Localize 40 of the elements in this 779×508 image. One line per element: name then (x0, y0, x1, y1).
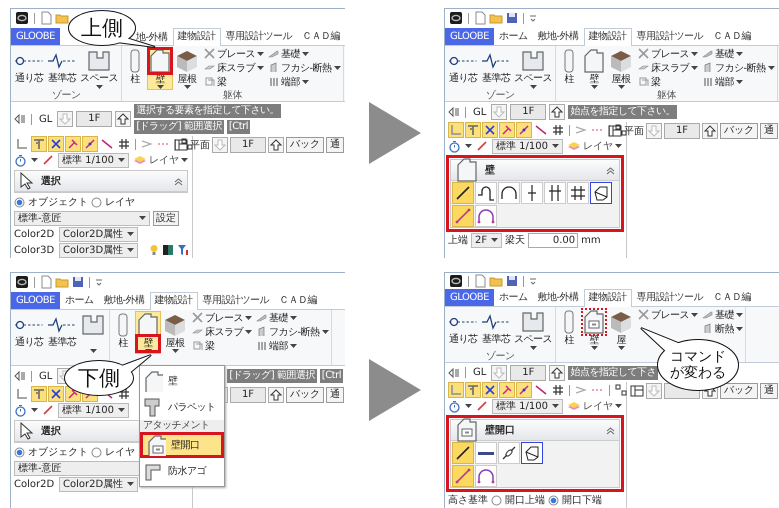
view-label: 平面 (624, 124, 644, 138)
status-message: 始点を指定して下さい。 (568, 105, 677, 119)
group-label: 躯体 (222, 90, 243, 101)
level-label: GL (38, 114, 54, 124)
color-label: Color3D (14, 244, 56, 256)
group-label: ゾーン (484, 351, 516, 362)
status-message: 選択する要素を指定して下さい。 (134, 104, 281, 118)
status-message: [ドラッグ] 範囲選択 (134, 120, 224, 134)
radio-label: レイヤ (105, 446, 135, 459)
status-message: [Ctrl (226, 120, 250, 134)
panel-title: 選択 (41, 174, 61, 188)
radio-label: オブジェクト (28, 196, 88, 209)
level-label: GL (472, 106, 488, 118)
radio-label: オブジェクト (28, 446, 88, 459)
callout-text: 下側 (78, 366, 120, 390)
level-label: GL (472, 367, 488, 378)
radio-label: 開口下端 (562, 494, 602, 507)
color-label: Color2D (14, 228, 56, 240)
group-label: ゾーン (50, 90, 82, 101)
panel-title: 選択 (41, 424, 61, 438)
group-label: ゾーン (484, 90, 516, 101)
field-label: 上端 (448, 234, 468, 247)
field-label: 高さ基準 (448, 494, 488, 507)
callout-text: コマンド (670, 348, 726, 365)
callout-text: 上側 (81, 16, 123, 40)
status-message: [Ctrl (320, 369, 343, 383)
panel-title: 壁開口 (485, 423, 515, 437)
view-label: 平面 (190, 138, 210, 152)
unit-label: mm (581, 234, 601, 246)
callout-text: が変わる (670, 365, 726, 382)
menu-section-header: アタッチメント (140, 420, 224, 432)
radio-label: レイヤ (105, 196, 135, 209)
radio-label: 開口上端 (505, 494, 545, 507)
color-label: Color2D (14, 478, 56, 490)
level-label: GL (38, 370, 54, 382)
status-message: 始点を指定して下さ (568, 366, 658, 380)
status-message: [ドラッグ] 範囲選択 (227, 369, 317, 383)
group-label: 躯体 (656, 90, 677, 101)
field-label: 梁天 (505, 234, 526, 247)
panel-title: 壁 (485, 163, 495, 177)
